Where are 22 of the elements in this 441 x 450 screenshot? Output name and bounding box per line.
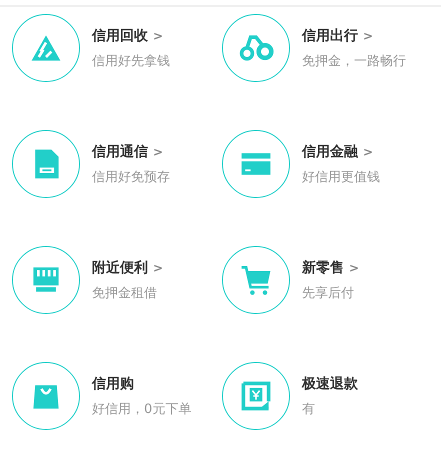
service-subtitle: 好信用更值钱 [302,168,380,186]
chevron-icon: > [153,28,164,42]
service-title[interactable]: 信用购 [92,374,134,392]
chevron-icon: > [363,28,374,42]
service-subtitle: 信用好免预存 [92,168,170,186]
service-title[interactable]: 信用回收 [92,26,148,44]
chevron-icon: > [363,144,374,158]
service-subtitle: 先享后付 [302,284,355,302]
chevron-icon: > [349,260,360,274]
service-subtitle: 信用好先拿钱 [92,52,170,70]
service-subtitle: 免押金，一路畅行 [302,52,406,70]
service-subtitle: 有 [302,400,316,418]
service-title[interactable]: 新零售 [302,258,344,276]
service-subtitle: 好信用，0元下单 [92,400,192,418]
service-subtitle: 免押金租借 [92,284,158,302]
service-title[interactable]: 信用出行 [302,26,358,44]
service-title[interactable]: 附近便利 [92,258,148,276]
chevron-icon: > [153,260,164,274]
service-title[interactable]: 信用通信 [92,142,148,160]
service-title[interactable]: 极速退款 [302,374,358,392]
service-title[interactable]: 信用金融 [302,142,358,160]
chevron-icon: > [153,144,164,158]
